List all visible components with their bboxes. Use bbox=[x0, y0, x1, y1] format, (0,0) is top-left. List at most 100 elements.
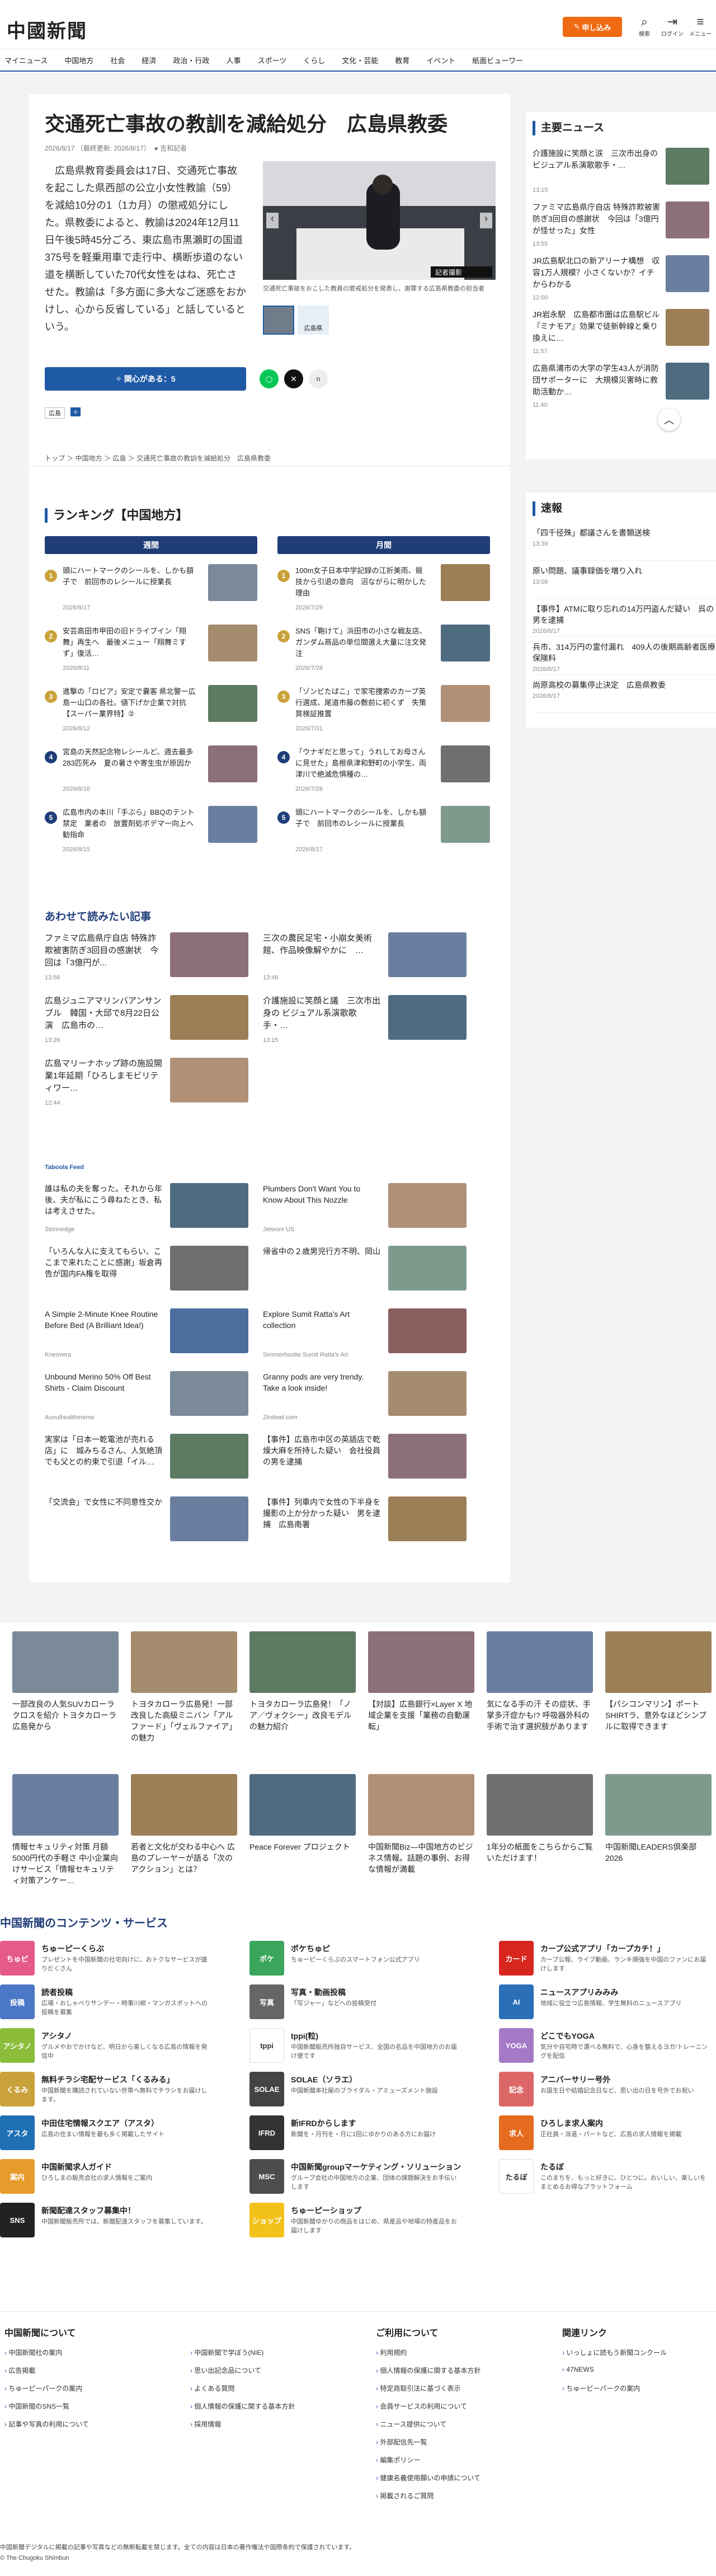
rank-thumbnail[interactable] bbox=[441, 625, 490, 661]
service-item[interactable]: IFRD 新IFRDからします 新聞を・月刊を・月に1回にゆかりのある方にお届け bbox=[249, 2115, 484, 2153]
footer-link[interactable]: 個人情報の保護に関する基本方針 bbox=[376, 2366, 481, 2375]
related-item[interactable]: 広島マリーナホップ跡の施設開業1年延期「ひろしまモビリティワー… 12:44 bbox=[45, 1058, 252, 1111]
main-news-item[interactable]: 介護施設に笑顔と涙 三次市出身の ビジュアル系演歌歌手・… 13:15 bbox=[533, 148, 709, 197]
photo-prev-button[interactable]: ‹ bbox=[266, 213, 279, 228]
promo-image[interactable] bbox=[487, 1774, 593, 1836]
sponsored-item[interactable]: 「交流会」で女性に不同意性交か bbox=[45, 1496, 252, 1550]
footer-link[interactable]: 中国新聞社の案内 bbox=[4, 2348, 62, 2357]
ranking-item[interactable]: 2 SNS「鞄けて」浜田市の小さな戦友店、ガンダム商品の単位間選え大量に注文発注 2… bbox=[277, 625, 490, 678]
related-thumbnail[interactable] bbox=[170, 932, 248, 977]
tag-badge[interactable]: 広島 bbox=[45, 407, 65, 419]
service-item[interactable]: AI ニュースアプリみみみ 地域に役立つ広島情報、学生無料のニュースアプリ bbox=[499, 1984, 716, 2023]
nav-item[interactable]: 人事 bbox=[226, 55, 241, 65]
service-item[interactable]: 求人 ひろしま求人案内 正社員・派遣・パートなど、広島の求人情報を掲載 bbox=[499, 2115, 716, 2153]
main-news-thumbnail[interactable] bbox=[666, 201, 709, 238]
promo-image[interactable] bbox=[605, 1774, 712, 1836]
ranking-item[interactable]: 1 100m女子日本中学記録の江折美雨、競技から引退の意向 沼ながらに明かした理由… bbox=[277, 564, 490, 618]
promo-image[interactable] bbox=[249, 1774, 356, 1836]
promo-card[interactable]: 一部改良の人気SUVカローラ クロスを紹介 トヨタカローラ広島発から bbox=[12, 1631, 119, 1760]
related-item[interactable]: 広島ジュニアマリンバアンサンブル 韓国・大邱で8月22日公演 広島市の… 13:2… bbox=[45, 995, 252, 1049]
ranking-item[interactable]: 3 進撃の「ロピア」安定で嚢客 県北警ー広島ー山口の各社。値下げか企業で対抗【スー… bbox=[45, 685, 257, 739]
subscribe-button[interactable]: ✎ 申し込み bbox=[563, 17, 622, 37]
search-button[interactable]: ⌕ 検索 bbox=[631, 15, 658, 37]
related-thumbnail[interactable] bbox=[170, 1058, 248, 1102]
main-news-thumbnail[interactable] bbox=[666, 148, 709, 185]
footer-link[interactable]: ちゅーピーパークの案内 bbox=[4, 2383, 82, 2393]
main-news-item[interactable]: JR広島駅北口の新アリーナ構想 収容1万人規模？小さくないか？イチからわかる 12… bbox=[533, 255, 709, 304]
related-thumbnail[interactable] bbox=[170, 995, 248, 1040]
service-item[interactable]: たるぼ たるぼ このまちを、もっと好きに、ひとつに。おいしい、楽しいをまとめるお得な… bbox=[499, 2159, 716, 2197]
related-item[interactable]: 三次の農民足宅・小崩女美術館、作品映像解やかに … 13:46 bbox=[263, 932, 470, 986]
sponsored-item[interactable]: Granny pods are very trendy. Take a look… bbox=[263, 1371, 470, 1425]
promo-image[interactable] bbox=[605, 1631, 712, 1693]
sponsored-thumbnail[interactable] bbox=[170, 1308, 248, 1353]
promo-card[interactable]: 【対談】広島銀行×Layer X 地域企業を支援「業務の自動運転」 bbox=[368, 1631, 474, 1760]
promo-image[interactable] bbox=[249, 1631, 356, 1693]
rank-thumbnail[interactable] bbox=[441, 564, 490, 601]
footer-link[interactable]: 採用情報 bbox=[190, 2419, 221, 2429]
ranking-item[interactable]: 4 「ウナギだと思って」うれしてお母さんに見せた」島根県津和野町の小学生、両津川で… bbox=[277, 745, 490, 799]
tab-monthly[interactable]: 月間 bbox=[277, 536, 490, 554]
nav-item[interactable]: 政治・行政 bbox=[173, 55, 209, 65]
footer-link[interactable]: 利用規約 bbox=[376, 2348, 407, 2357]
sponsored-item[interactable]: Explore Sumit Ratta's Art collection Simm… bbox=[263, 1308, 470, 1362]
promo-card[interactable]: 1年分の紙面をこちらからご覧いただけます！ bbox=[487, 1774, 593, 1903]
scroll-top-button[interactable]: ︿ bbox=[658, 409, 680, 431]
main-news-item[interactable]: 広島県浦市の大学の学生43人が消防団サポーターに 大規模災害時に救助活動か… 11… bbox=[533, 363, 709, 412]
promo-card[interactable]: 【パシコンマリン】ポートSHIRTラ、意外なほどシンプルに取得できます bbox=[605, 1631, 712, 1760]
rank-thumbnail[interactable] bbox=[441, 806, 490, 843]
footer-link[interactable]: 外部配信先一覧 bbox=[376, 2437, 427, 2447]
breadcrumb[interactable]: トップ ＞ 中国地方 ＞ 広島 ＞ 交通死亡事故の教訓を減給処分 広島県教委 bbox=[45, 453, 271, 463]
promo-card[interactable]: Peace Forever プロジェクト bbox=[249, 1774, 356, 1903]
service-item[interactable]: アスタ 中田住宅情報スクエア（アスタ） 広島の住まい情報を最も多く掲載したサイト bbox=[0, 2115, 235, 2153]
sponsored-thumbnail[interactable] bbox=[388, 1434, 467, 1479]
related-thumbnail[interactable] bbox=[388, 995, 467, 1040]
service-item[interactable]: 案内 中国新聞求人ガイド ひろしまの販売会社の求人情報をご案内 bbox=[0, 2159, 235, 2197]
sokuho-item[interactable]: 【事件】ATMに取り忘れの14万円盗んだ疑い 呉の男を逮捕 2026/8/17 bbox=[533, 603, 716, 637]
ranking-item[interactable]: 5 頭にハートマークのシールを、しかも額子で 前回市のレシールに授業長 2026/8… bbox=[277, 806, 490, 860]
related-thumbnail[interactable] bbox=[388, 932, 467, 977]
x-share-button[interactable]: ✕ bbox=[284, 369, 303, 388]
nav-item[interactable]: 教育 bbox=[395, 55, 409, 65]
footer-link[interactable]: 思い出記念品について bbox=[190, 2366, 261, 2375]
service-item[interactable]: 投稿 読者投稿 広場・おしゃべりサンデー・時事川柳・マンガスポットへの投稿を募集 bbox=[0, 1984, 235, 2023]
related-item[interactable]: 介護施設に笑顔と議 三次市出身の ビジュアル系演歌歌手・… 13:15 bbox=[263, 995, 470, 1049]
promo-card[interactable]: 中国新聞Biz―中国地方のビジネス情報。話題の事例、お得な情報が満載 bbox=[368, 1774, 474, 1903]
footer-link[interactable]: 掲載されるご質問 bbox=[376, 2491, 434, 2500]
main-news-thumbnail[interactable] bbox=[666, 309, 709, 346]
service-item[interactable]: ショップ ちゅーピーショップ 中国新聞ゆかりの商品をはじめ、県産品や地場の特産品をお… bbox=[249, 2203, 484, 2241]
service-item[interactable]: SOLAE SOLAE（ソラエ） 中国新聞本社屋のブライダル・アミューズメント施設 bbox=[249, 2072, 484, 2110]
nav-item[interactable]: マイニュース bbox=[4, 55, 48, 65]
ranking-item[interactable]: 1 頭にハートマークのシールを、しかも額子で 前回市のレシールに授業長 2026/8… bbox=[45, 564, 257, 618]
promo-card[interactable]: 若者と文化が交わる中心へ 広島のプレーヤーが語る「次のアクション」とは？ bbox=[131, 1774, 237, 1903]
service-item[interactable]: カード カープ公式アプリ「カープカチ！」 カープ公報、ライブ動画、ランキ順強を中国の… bbox=[499, 1941, 716, 1979]
service-item[interactable]: YOGA どこでもYOGA 気分や自宅時で選べる無料で、心身を整えるヨガ/トレーニン… bbox=[499, 2028, 716, 2066]
promo-image[interactable] bbox=[131, 1631, 237, 1693]
service-item[interactable]: ポケ ポケちゅピ ちゅーピーくらぶのスマートフォン公式アプリ bbox=[249, 1941, 484, 1979]
footer-link[interactable]: いっしょに読もう新聞コンクール bbox=[562, 2348, 667, 2357]
nav-item[interactable]: イベント bbox=[426, 55, 455, 65]
ranking-item[interactable]: 2 安芸高田市甲田の旧ドライブイン「翔舞」再生へ 最後メニュー「翔舞ミすず」復活…… bbox=[45, 625, 257, 678]
rank-thumbnail[interactable] bbox=[441, 685, 490, 722]
sponsored-thumbnail[interactable] bbox=[388, 1496, 467, 1541]
article-photo[interactable]: 記者撮影 ‹ › bbox=[263, 161, 496, 280]
footer-link[interactable]: 特定商取引法に基づく表示 bbox=[376, 2383, 460, 2393]
ranking-item[interactable]: 3 「ゾンビたばこ」で家宅捜索のカープ英行選成、尾道市藤の敷前に初くず 失策質検証… bbox=[277, 685, 490, 739]
main-news-thumbnail[interactable] bbox=[666, 363, 709, 400]
footer-link[interactable]: 個人情報の保護に関する基本方針 bbox=[190, 2401, 295, 2411]
rank-thumbnail[interactable] bbox=[208, 564, 257, 601]
tab-weekly[interactable]: 週間 bbox=[45, 536, 257, 554]
photo-thumb-2[interactable]: 広島県 bbox=[298, 306, 329, 335]
sponsored-thumbnail[interactable] bbox=[170, 1246, 248, 1291]
rank-thumbnail[interactable] bbox=[208, 625, 257, 661]
sponsored-thumbnail[interactable] bbox=[170, 1183, 248, 1228]
sponsored-item[interactable]: 帰省中の２歳男児行方不明、岡山 bbox=[263, 1246, 470, 1299]
nav-item[interactable]: くらし bbox=[303, 55, 325, 65]
service-item[interactable]: SNS 新聞配達スタッフ募集中！ 中国新聞販売所では、新聞配達スタッフを募集していま… bbox=[0, 2203, 235, 2241]
service-item[interactable]: ちゅピ ちゅーピーくらぶ プレゼントを中国新聞の社宅向けに、おトクなサービスが盛りだ… bbox=[0, 1941, 235, 1979]
promo-image[interactable] bbox=[12, 1631, 119, 1693]
footer-link[interactable]: 健康名義使用願いの申請について bbox=[376, 2473, 481, 2483]
sponsored-thumbnail[interactable] bbox=[388, 1308, 467, 1353]
footer-link[interactable]: 編集ポリシー bbox=[376, 2455, 420, 2465]
promo-card[interactable]: 中国新聞LEADERS倶楽部2026 bbox=[605, 1774, 712, 1903]
